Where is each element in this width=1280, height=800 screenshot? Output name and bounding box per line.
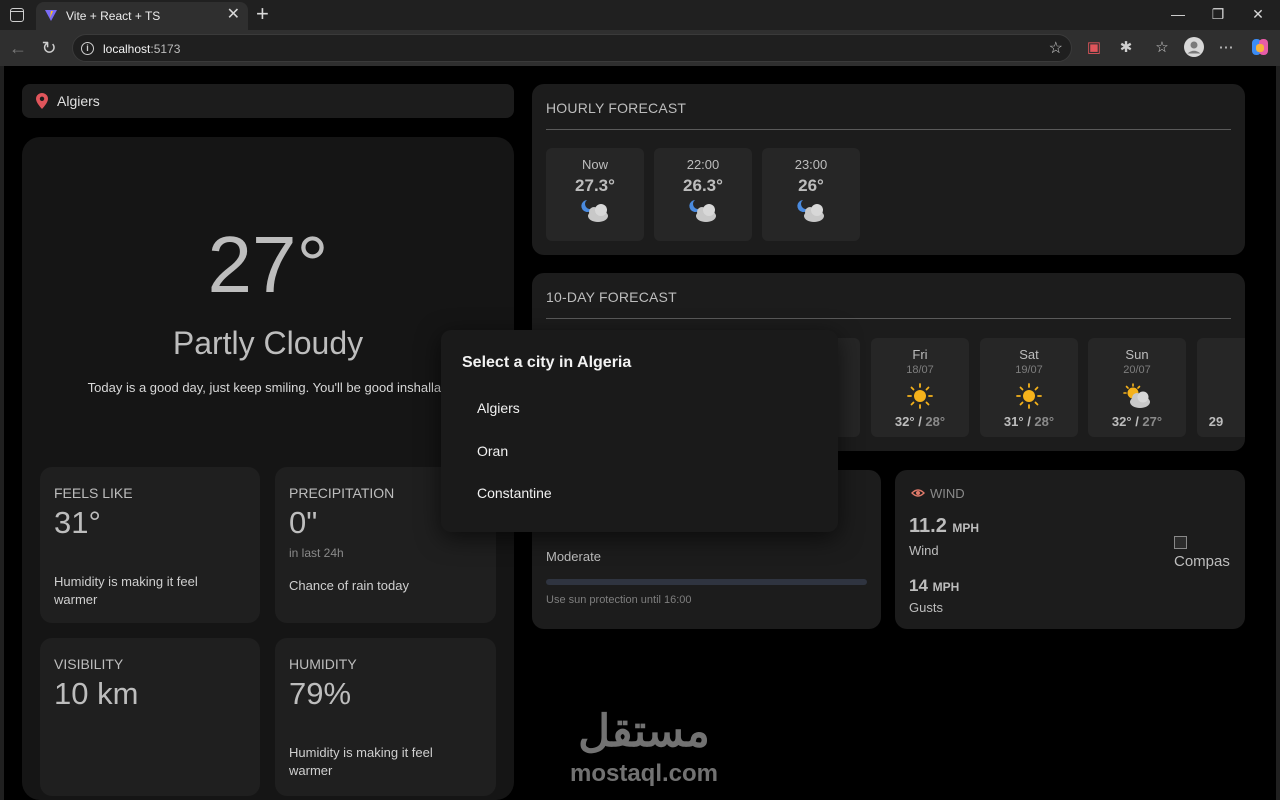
new-tab-button[interactable]: + <box>256 2 269 26</box>
extensions-puzzle-icon[interactable]: ✱ <box>1115 37 1137 59</box>
favorite-star-icon[interactable]: ☆ <box>1049 38 1063 58</box>
city-option-algiers[interactable]: Algiers <box>462 391 817 425</box>
selected-city: Algiers <box>57 93 100 109</box>
day-name: Fri <box>912 347 928 362</box>
more-menu-icon[interactable]: ⋯ <box>1215 37 1237 59</box>
gust-speed: 14 MPH <box>909 576 960 595</box>
gust-label: Gusts <box>909 600 943 615</box>
address-bar[interactable]: i localhost:5173 ☆ <box>72 34 1072 62</box>
tile-label: FEELS LIKE <box>54 485 133 501</box>
site-info-icon[interactable]: i <box>81 42 94 55</box>
compass-alt-text: Compas <box>1174 553 1230 570</box>
section-title: HOURLY FORECAST <box>546 100 687 116</box>
tile-sub: in last 24h <box>289 546 344 560</box>
copilot-icon[interactable] <box>1249 37 1271 59</box>
uv-level: Moderate <box>546 549 601 564</box>
day-date: 19/07 <box>1015 364 1043 376</box>
tile-note: Chance of rain today <box>289 578 409 593</box>
hour-temp: 26.3° <box>683 176 723 195</box>
wind-title: WIND <box>930 486 965 501</box>
uv-progress-bar <box>546 579 867 585</box>
section-title: 10-DAY FORECAST <box>546 289 677 305</box>
daily-item: Sat 19/07 31° / 28° <box>980 338 1078 437</box>
tile-label: PRECIPITATION <box>289 485 395 501</box>
app-viewport: Algiers 27° Partly Cloudy Today is a goo… <box>4 66 1276 800</box>
restore-button[interactable]: ❐ <box>1203 4 1233 24</box>
watermark-arabic: مستقل <box>578 707 710 756</box>
tile-label: HUMIDITY <box>289 656 357 672</box>
hourly-item: 23:00 26° <box>762 148 860 241</box>
close-window-button[interactable]: ✕ <box>1243 4 1273 24</box>
compass-image: Compas <box>1174 536 1234 576</box>
tile-note: Humidity is making it feel warmer <box>54 574 198 607</box>
vite-logo-icon <box>45 10 57 21</box>
sun-icon <box>1016 383 1042 409</box>
day-date: 18/07 <box>906 364 934 376</box>
wind-label: Wind <box>909 543 939 558</box>
city-select-modal: Select a city in Algeria Algiers Oran Co… <box>441 330 838 532</box>
city-option-oran[interactable]: Oran <box>462 434 817 468</box>
hour-temp: 26° <box>798 176 824 195</box>
watermark-latin: mostaql.com <box>569 760 719 787</box>
current-temperature: 27° <box>207 220 329 309</box>
divider <box>546 129 1231 130</box>
moon-cloud-icon <box>797 200 824 222</box>
moon-cloud-icon <box>689 200 716 222</box>
tile-note: Humidity is making it feel warmer <box>289 745 433 778</box>
day-name: Sun <box>1125 347 1149 362</box>
sun-icon <box>907 383 933 409</box>
day-name: Sat <box>1019 347 1039 362</box>
broken-image-icon <box>1174 536 1187 549</box>
hour-time: 23:00 <box>794 157 828 172</box>
hourly-item: 22:00 26.3° <box>654 148 752 241</box>
wind-card: WIND 11.2 MPH Wind 14 MPH Gusts Compas <box>895 470 1245 629</box>
mostaql-watermark: مستقل mostaql.com <box>564 706 724 796</box>
wind-speed: 11.2 MPH <box>909 515 980 537</box>
tile-value: 0" <box>289 505 318 540</box>
browser-tab[interactable]: Vite + React + TS ✕ <box>36 2 248 30</box>
extension-icon[interactable]: ▣ <box>1083 37 1105 59</box>
divider <box>546 318 1231 319</box>
hourly-forecast-card: HOURLY FORECAST Now 27.3° 22:00 26.3° 23… <box>532 84 1245 255</box>
back-arrow-icon[interactable]: ← <box>7 37 29 59</box>
daily-item: Fri 18/07 32° / 28° <box>871 338 969 437</box>
day-temps: 31° / 28° <box>1003 414 1055 429</box>
uv-note: Use sun protection until 16:00 <box>546 594 692 606</box>
modal-title: Select a city in Algeria <box>462 354 632 371</box>
favorites-icon[interactable]: ☆ <box>1151 37 1173 59</box>
day-date: 20/07 <box>1123 364 1151 376</box>
feels-like-tile: FEELS LIKE 31° Humidity is making it fee… <box>40 467 260 623</box>
moon-cloud-icon <box>581 200 608 222</box>
city-option-constantine[interactable]: Constantine <box>462 476 817 510</box>
minimize-button[interactable]: — <box>1163 4 1193 24</box>
browser-tab-bar: Vite + React + TS ✕ + — ❐ ✕ <box>0 0 1280 30</box>
tab-title: Vite + React + TS <box>66 9 161 23</box>
tile-value: 79% <box>289 676 352 711</box>
url-text: localhost:5173 <box>103 42 181 56</box>
tile-value: 31° <box>54 505 101 540</box>
tile-label: VISIBILITY <box>54 656 124 672</box>
browser-toolbar: ← ↻ i localhost:5173 ☆ ▣ ✱ ☆ ⋯ <box>0 30 1280 66</box>
tile-value: 10 km <box>54 676 139 711</box>
hour-time: Now <box>581 157 608 172</box>
humidity-tile: HUMIDITY 79% Humidity is making it feel … <box>275 638 496 796</box>
hour-time: 22:00 <box>686 157 720 172</box>
location-selector[interactable]: Algiers <box>22 84 514 118</box>
visibility-tile: VISIBILITY 10 km <box>40 638 260 796</box>
tab-close-icon[interactable]: ✕ <box>227 6 240 24</box>
day-temps: 29 <box>1208 414 1224 429</box>
daily-item: 29 <box>1197 338 1245 437</box>
eye-icon <box>911 489 925 497</box>
tab-actions-icon[interactable] <box>10 8 24 22</box>
reload-icon[interactable]: ↻ <box>38 37 60 59</box>
location-pin-icon <box>36 93 48 109</box>
day-temps: 32° / 28° <box>894 414 946 429</box>
hourly-item: Now 27.3° <box>546 148 644 241</box>
sun-cloud-icon <box>1123 383 1150 408</box>
hour-temp: 27.3° <box>575 176 615 195</box>
profile-avatar-icon[interactable] <box>1183 37 1205 59</box>
